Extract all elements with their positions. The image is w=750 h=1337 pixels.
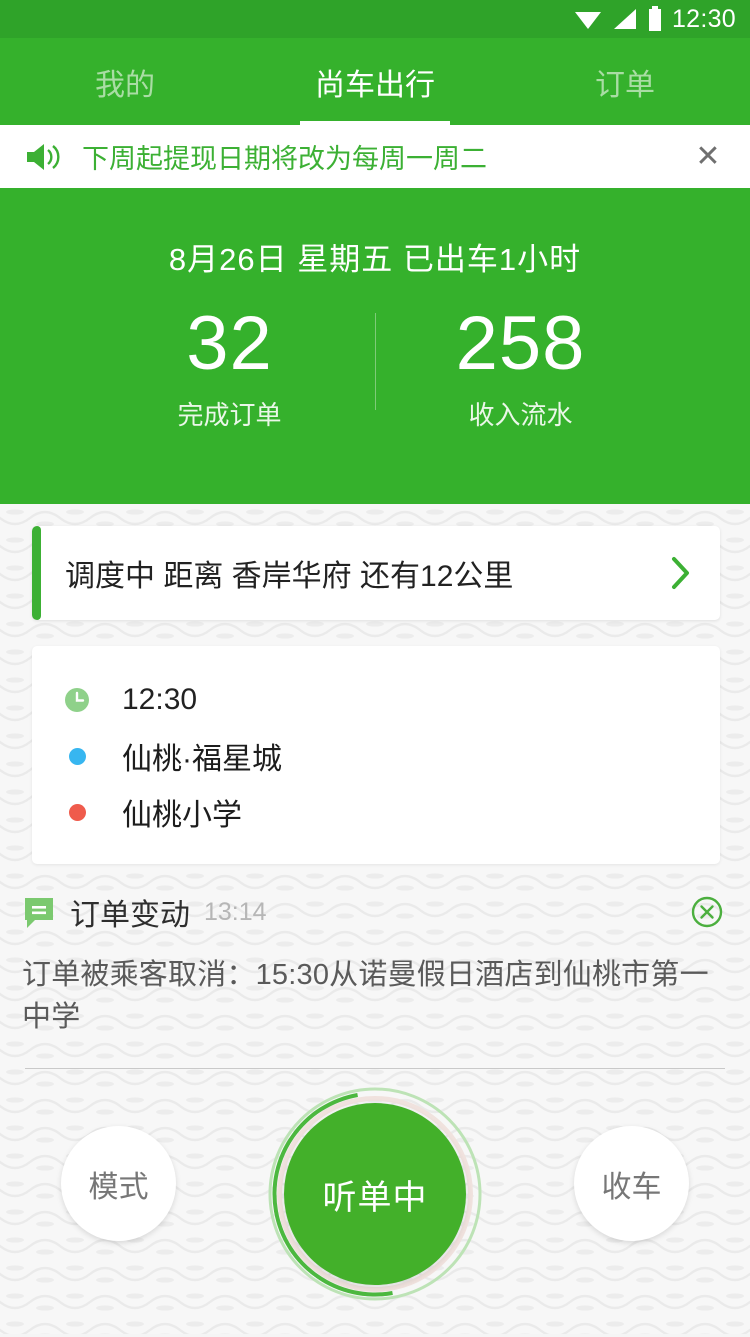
wifi-icon — [574, 12, 601, 29]
listening-button-wrap: 听单中 — [232, 1051, 518, 1337]
stat-income-value: 258 — [455, 301, 586, 386]
trip-time-text: 12:30 — [122, 683, 198, 716]
notice-title: 订单变动 — [70, 899, 190, 932]
chevron-right-icon[interactable] — [670, 555, 692, 591]
end-shift-button[interactable]: 收车 — [574, 1126, 689, 1242]
trip-card[interactable]: 12:30 仙桃·福星城 仙桃小学 — [32, 646, 720, 864]
order-change-notice: 订单变动 13:14 订单被乘客取消：15:30从诺曼假日酒店到仙桃市第一中学 — [0, 864, 750, 1038]
stats-hero: 8月26日 星期五 已出车1小时 32 完成订单 258 收入流水 — [0, 188, 750, 504]
announcement-text: 下周起提现日期将改为每周一周二 — [82, 144, 487, 174]
dispatch-accent-bar — [32, 526, 41, 620]
hero-date-line: 8月26日 星期五 已出车1小时 — [168, 242, 582, 277]
stat-completed-value: 32 — [186, 301, 273, 386]
mode-button[interactable]: 模式 — [61, 1126, 176, 1242]
stat-completed-label: 完成订单 — [177, 400, 282, 431]
tab-orders[interactable]: 订单 — [500, 38, 750, 125]
battery-icon — [648, 6, 661, 31]
tab-mine[interactable]: 我的 — [0, 38, 250, 125]
hero-stats-row: 32 完成订单 258 收入流水 — [0, 301, 750, 432]
signal-icon — [613, 9, 636, 29]
trip-destination-text: 仙桃小学 — [122, 799, 242, 832]
stat-income-label: 收入流水 — [468, 400, 573, 431]
notice-header: 订单变动 13:14 — [22, 890, 724, 934]
tab-mine-label: 我的 — [95, 68, 155, 102]
origin-dot-icon — [62, 747, 92, 765]
speaker-icon — [27, 143, 60, 170]
trip-origin-text: 仙桃·福星城 — [122, 743, 282, 776]
dispatch-card[interactable]: 调度中 距离 香岸华府 还有12公里 — [32, 526, 720, 620]
dispatch-text: 调度中 距离 香岸华府 还有12公里 — [65, 560, 514, 593]
close-circle-icon[interactable] — [690, 895, 724, 929]
notice-time: 13:14 — [204, 897, 267, 926]
announcement-bar[interactable]: 下周起提现日期将改为每周一周二 ✕ — [0, 125, 750, 188]
trip-row-origin: 仙桃·福星城 — [32, 728, 720, 784]
destination-dot-icon — [62, 803, 92, 821]
notice-body-text: 订单被乘客取消：15:30从诺曼假日酒店到仙桃市第一中学 — [22, 959, 709, 1034]
listening-button-label: 听单中 — [322, 1178, 428, 1217]
stat-completed-orders: 32 完成订单 — [85, 301, 375, 432]
stat-income: 258 收入流水 — [376, 301, 666, 432]
trip-row-destination: 仙桃小学 — [32, 784, 720, 840]
tab-orders-label: 订单 — [595, 68, 655, 102]
message-bubble-icon — [25, 898, 53, 928]
tab-home[interactable]: 尚车出行 — [250, 38, 500, 125]
status-bar: 12:30 — [0, 0, 750, 38]
status-bar-clock: 12:30 — [671, 4, 736, 33]
tab-home-label: 尚车出行 — [315, 68, 435, 102]
action-bar: 模式 听单中 收车 — [0, 1051, 750, 1337]
tab-bar: 我的 尚车出行 订单 — [0, 38, 750, 125]
end-shift-button-label: 收车 — [601, 1170, 662, 1204]
app-root: 12:30 我的 尚车出行 订单 下周起提现日期将改为每周一周二 ✕ 8月26日… — [0, 0, 750, 1337]
mode-button-label: 模式 — [88, 1170, 149, 1204]
tab-active-indicator — [300, 121, 450, 125]
clock-icon — [62, 687, 92, 713]
announcement-close-icon[interactable]: ✕ — [688, 141, 728, 172]
trip-row-time: 12:30 — [32, 672, 720, 728]
listening-button[interactable]: 听单中 — [284, 1103, 466, 1286]
